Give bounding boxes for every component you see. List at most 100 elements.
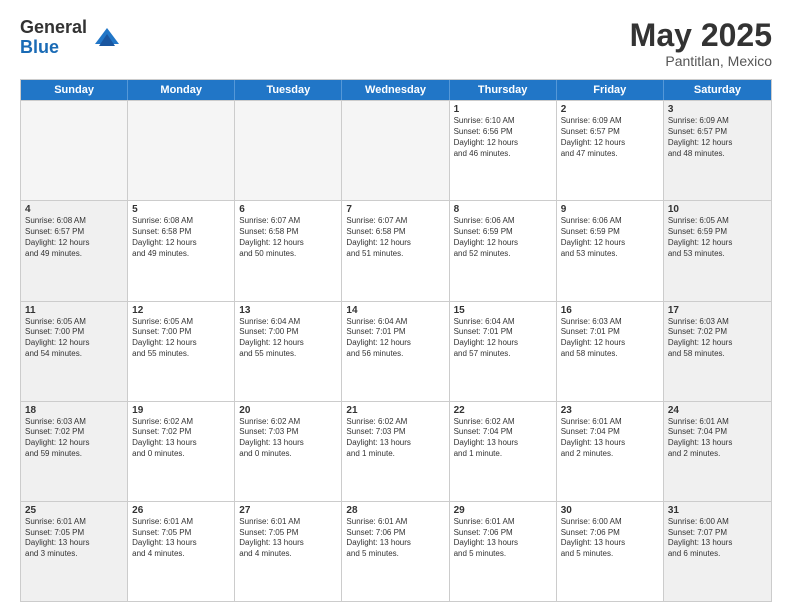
day-number: 1 xyxy=(454,104,552,115)
cal-cell-23: 23Sunrise: 6:01 AM Sunset: 7:04 PM Dayli… xyxy=(557,402,664,501)
day-info: Sunrise: 6:01 AM Sunset: 7:05 PM Dayligh… xyxy=(132,517,230,560)
day-info: Sunrise: 6:02 AM Sunset: 7:03 PM Dayligh… xyxy=(346,417,444,460)
day-info: Sunrise: 6:03 AM Sunset: 7:02 PM Dayligh… xyxy=(25,417,123,460)
cal-cell-21: 21Sunrise: 6:02 AM Sunset: 7:03 PM Dayli… xyxy=(342,402,449,501)
day-info: Sunrise: 6:02 AM Sunset: 7:02 PM Dayligh… xyxy=(132,417,230,460)
day-number: 12 xyxy=(132,305,230,316)
week-row-2: 4Sunrise: 6:08 AM Sunset: 6:57 PM Daylig… xyxy=(21,200,771,300)
cal-cell-17: 17Sunrise: 6:03 AM Sunset: 7:02 PM Dayli… xyxy=(664,302,771,401)
day-number: 20 xyxy=(239,405,337,416)
cal-cell-6: 6Sunrise: 6:07 AM Sunset: 6:58 PM Daylig… xyxy=(235,201,342,300)
day-info: Sunrise: 6:10 AM Sunset: 6:56 PM Dayligh… xyxy=(454,116,552,159)
day-info: Sunrise: 6:02 AM Sunset: 7:03 PM Dayligh… xyxy=(239,417,337,460)
cal-cell-31: 31Sunrise: 6:00 AM Sunset: 7:07 PM Dayli… xyxy=(664,502,771,601)
page: General Blue May 2025 Pantitlan, Mexico … xyxy=(0,0,792,612)
day-info: Sunrise: 6:01 AM Sunset: 7:06 PM Dayligh… xyxy=(454,517,552,560)
logo-general: General xyxy=(20,18,87,38)
day-number: 4 xyxy=(25,204,123,215)
day-number: 18 xyxy=(25,405,123,416)
day-number: 23 xyxy=(561,405,659,416)
day-number: 26 xyxy=(132,505,230,516)
cal-cell-4: 4Sunrise: 6:08 AM Sunset: 6:57 PM Daylig… xyxy=(21,201,128,300)
day-info: Sunrise: 6:01 AM Sunset: 7:05 PM Dayligh… xyxy=(25,517,123,560)
month-title: May 2025 xyxy=(630,18,772,53)
calendar-header: SundayMondayTuesdayWednesdayThursdayFrid… xyxy=(21,80,771,100)
day-info: Sunrise: 6:04 AM Sunset: 7:00 PM Dayligh… xyxy=(239,317,337,360)
cal-cell-10: 10Sunrise: 6:05 AM Sunset: 6:59 PM Dayli… xyxy=(664,201,771,300)
day-number: 10 xyxy=(668,204,767,215)
cal-cell-30: 30Sunrise: 6:00 AM Sunset: 7:06 PM Dayli… xyxy=(557,502,664,601)
cal-cell-12: 12Sunrise: 6:05 AM Sunset: 7:00 PM Dayli… xyxy=(128,302,235,401)
day-info: Sunrise: 6:09 AM Sunset: 6:57 PM Dayligh… xyxy=(668,116,767,159)
week-row-5: 25Sunrise: 6:01 AM Sunset: 7:05 PM Dayli… xyxy=(21,501,771,601)
day-number: 6 xyxy=(239,204,337,215)
cal-cell-empty-0-0 xyxy=(21,101,128,200)
day-info: Sunrise: 6:00 AM Sunset: 7:06 PM Dayligh… xyxy=(561,517,659,560)
cal-cell-22: 22Sunrise: 6:02 AM Sunset: 7:04 PM Dayli… xyxy=(450,402,557,501)
day-number: 15 xyxy=(454,305,552,316)
cal-cell-9: 9Sunrise: 6:06 AM Sunset: 6:59 PM Daylig… xyxy=(557,201,664,300)
cal-cell-5: 5Sunrise: 6:08 AM Sunset: 6:58 PM Daylig… xyxy=(128,201,235,300)
cal-cell-13: 13Sunrise: 6:04 AM Sunset: 7:00 PM Dayli… xyxy=(235,302,342,401)
day-header-saturday: Saturday xyxy=(664,80,771,100)
day-info: Sunrise: 6:04 AM Sunset: 7:01 PM Dayligh… xyxy=(346,317,444,360)
day-info: Sunrise: 6:04 AM Sunset: 7:01 PM Dayligh… xyxy=(454,317,552,360)
cal-cell-27: 27Sunrise: 6:01 AM Sunset: 7:05 PM Dayli… xyxy=(235,502,342,601)
logo-text: General Blue xyxy=(20,18,87,58)
cal-cell-19: 19Sunrise: 6:02 AM Sunset: 7:02 PM Dayli… xyxy=(128,402,235,501)
day-number: 27 xyxy=(239,505,337,516)
day-header-tuesday: Tuesday xyxy=(235,80,342,100)
day-number: 11 xyxy=(25,305,123,316)
day-info: Sunrise: 6:06 AM Sunset: 6:59 PM Dayligh… xyxy=(454,216,552,259)
day-info: Sunrise: 6:01 AM Sunset: 7:04 PM Dayligh… xyxy=(668,417,767,460)
title-block: May 2025 Pantitlan, Mexico xyxy=(630,18,772,69)
cal-cell-29: 29Sunrise: 6:01 AM Sunset: 7:06 PM Dayli… xyxy=(450,502,557,601)
day-number: 16 xyxy=(561,305,659,316)
logo: General Blue xyxy=(20,18,121,58)
day-number: 25 xyxy=(25,505,123,516)
cal-cell-24: 24Sunrise: 6:01 AM Sunset: 7:04 PM Dayli… xyxy=(664,402,771,501)
day-info: Sunrise: 6:01 AM Sunset: 7:06 PM Dayligh… xyxy=(346,517,444,560)
day-info: Sunrise: 6:03 AM Sunset: 7:01 PM Dayligh… xyxy=(561,317,659,360)
day-info: Sunrise: 6:07 AM Sunset: 6:58 PM Dayligh… xyxy=(346,216,444,259)
day-number: 19 xyxy=(132,405,230,416)
calendar-body: 1Sunrise: 6:10 AM Sunset: 6:56 PM Daylig… xyxy=(21,100,771,601)
cal-cell-empty-0-3 xyxy=(342,101,449,200)
day-header-sunday: Sunday xyxy=(21,80,128,100)
cal-cell-20: 20Sunrise: 6:02 AM Sunset: 7:03 PM Dayli… xyxy=(235,402,342,501)
day-number: 30 xyxy=(561,505,659,516)
day-info: Sunrise: 6:01 AM Sunset: 7:05 PM Dayligh… xyxy=(239,517,337,560)
day-info: Sunrise: 6:03 AM Sunset: 7:02 PM Dayligh… xyxy=(668,317,767,360)
day-header-wednesday: Wednesday xyxy=(342,80,449,100)
day-number: 24 xyxy=(668,405,767,416)
day-info: Sunrise: 6:08 AM Sunset: 6:57 PM Dayligh… xyxy=(25,216,123,259)
day-info: Sunrise: 6:08 AM Sunset: 6:58 PM Dayligh… xyxy=(132,216,230,259)
day-number: 13 xyxy=(239,305,337,316)
cal-cell-empty-0-2 xyxy=(235,101,342,200)
week-row-1: 1Sunrise: 6:10 AM Sunset: 6:56 PM Daylig… xyxy=(21,100,771,200)
calendar: SundayMondayTuesdayWednesdayThursdayFrid… xyxy=(20,79,772,602)
day-info: Sunrise: 6:07 AM Sunset: 6:58 PM Dayligh… xyxy=(239,216,337,259)
day-number: 21 xyxy=(346,405,444,416)
day-number: 8 xyxy=(454,204,552,215)
day-info: Sunrise: 6:09 AM Sunset: 6:57 PM Dayligh… xyxy=(561,116,659,159)
day-header-friday: Friday xyxy=(557,80,664,100)
cal-cell-11: 11Sunrise: 6:05 AM Sunset: 7:00 PM Dayli… xyxy=(21,302,128,401)
cal-cell-empty-0-1 xyxy=(128,101,235,200)
cal-cell-18: 18Sunrise: 6:03 AM Sunset: 7:02 PM Dayli… xyxy=(21,402,128,501)
day-info: Sunrise: 6:06 AM Sunset: 6:59 PM Dayligh… xyxy=(561,216,659,259)
day-number: 17 xyxy=(668,305,767,316)
cal-cell-16: 16Sunrise: 6:03 AM Sunset: 7:01 PM Dayli… xyxy=(557,302,664,401)
logo-icon xyxy=(93,24,121,52)
day-number: 3 xyxy=(668,104,767,115)
cal-cell-15: 15Sunrise: 6:04 AM Sunset: 7:01 PM Dayli… xyxy=(450,302,557,401)
day-number: 5 xyxy=(132,204,230,215)
day-info: Sunrise: 6:05 AM Sunset: 6:59 PM Dayligh… xyxy=(668,216,767,259)
cal-cell-1: 1Sunrise: 6:10 AM Sunset: 6:56 PM Daylig… xyxy=(450,101,557,200)
day-info: Sunrise: 6:05 AM Sunset: 7:00 PM Dayligh… xyxy=(25,317,123,360)
week-row-4: 18Sunrise: 6:03 AM Sunset: 7:02 PM Dayli… xyxy=(21,401,771,501)
day-number: 14 xyxy=(346,305,444,316)
cal-cell-14: 14Sunrise: 6:04 AM Sunset: 7:01 PM Dayli… xyxy=(342,302,449,401)
day-info: Sunrise: 6:05 AM Sunset: 7:00 PM Dayligh… xyxy=(132,317,230,360)
day-number: 28 xyxy=(346,505,444,516)
